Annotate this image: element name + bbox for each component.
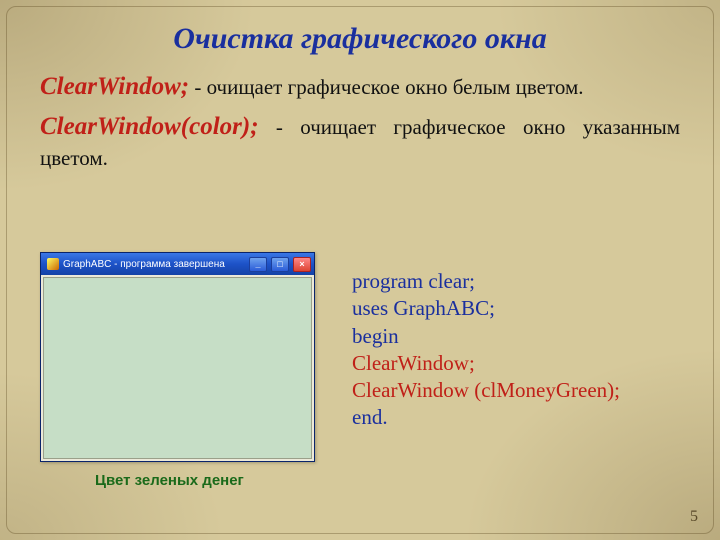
- graphics-canvas: [43, 277, 312, 459]
- page-number: 5: [690, 508, 698, 526]
- code-line-6: end.: [352, 404, 620, 431]
- body-text: ClearWindow; - очищает графическое окно …: [40, 70, 680, 178]
- window-title: GraphABC - программа завершена: [63, 259, 245, 270]
- code-line-1: program clear;: [352, 268, 620, 295]
- paragraph-1: ClearWindow; - очищает графическое окно …: [40, 70, 680, 104]
- command-1: ClearWindow;: [40, 73, 189, 100]
- command-2: ClearWindow(color);: [40, 113, 259, 140]
- code-line-2: uses GraphABC;: [352, 295, 620, 322]
- minimize-button[interactable]: _: [249, 257, 267, 272]
- screenshot-caption: Цвет зеленых денег: [95, 472, 244, 489]
- slide: Очистка графического окна ClearWindow; -…: [0, 0, 720, 540]
- window-titlebar: GraphABC - программа завершена _ □ ×: [41, 253, 314, 275]
- window-screenshot: GraphABC - программа завершена _ □ ×: [40, 252, 315, 462]
- close-button[interactable]: ×: [293, 257, 311, 272]
- slide-title: Очистка графического окна: [0, 22, 720, 56]
- code-listing: program clear; uses GraphABC; begin Clea…: [352, 268, 620, 432]
- desc-1: - очищает графическое окно белым цветом.: [189, 75, 583, 99]
- code-line-3: begin: [352, 323, 620, 350]
- maximize-button[interactable]: □: [271, 257, 289, 272]
- app-icon: [47, 258, 59, 270]
- paragraph-2: ClearWindow(color); - очищает графическо…: [40, 110, 680, 172]
- code-line-5: ClearWindow (clMoneyGreen);: [352, 377, 620, 404]
- code-line-4: ClearWindow;: [352, 350, 620, 377]
